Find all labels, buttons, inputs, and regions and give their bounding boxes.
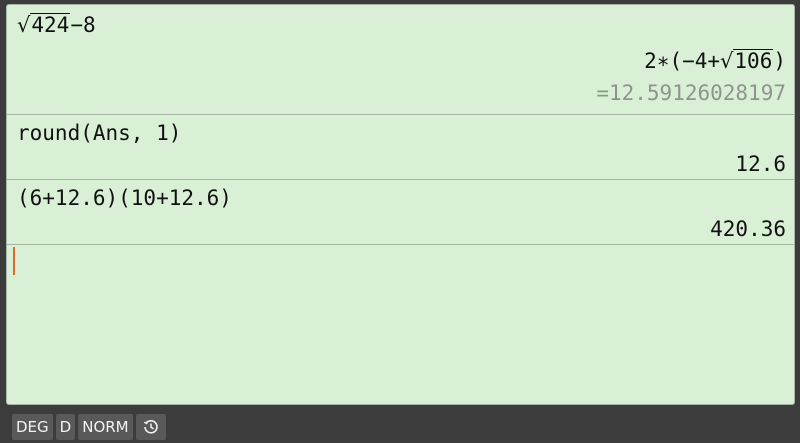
input-area[interactable]	[7, 245, 794, 404]
history-entry[interactable]: round(Ans, 1) 12.6	[7, 115, 794, 180]
entry-result[interactable]: 420.36	[7, 212, 794, 244]
square-root-expression: √424	[17, 5, 71, 45]
radicand: 424	[30, 13, 71, 37]
format-mode-button[interactable]: NORM	[78, 414, 133, 440]
history-entry[interactable]: (6+12.6)(10+12.6) 420.36	[7, 180, 794, 245]
history-icon	[143, 417, 159, 436]
entry-result[interactable]: 12.6	[7, 147, 794, 179]
radical-sign-icon: √	[17, 13, 31, 37]
square-root-expression: √106	[720, 43, 774, 79]
radical-sign-icon: √	[720, 49, 734, 73]
text-cursor	[13, 247, 15, 275]
radicand: 106	[733, 49, 774, 73]
entry-input[interactable]: round(Ans, 1)	[7, 115, 794, 147]
entry-input[interactable]: (6+12.6)(10+12.6)	[7, 180, 794, 212]
history-button[interactable]	[135, 414, 166, 440]
result-coefficient: 2∗(−4+	[644, 49, 721, 73]
angle-mode-button[interactable]: DEG	[12, 414, 53, 440]
input-suffix: −8	[70, 13, 96, 37]
result-close-paren: )	[773, 49, 786, 73]
status-bar: DEG D NORM	[12, 414, 166, 440]
entry-input[interactable]: √424 −8	[7, 5, 794, 43]
entry-decimal-approximation: =12.59126028197	[596, 81, 786, 105]
calculator-display[interactable]: √424 −8 2∗(−4+√106) =12.59126028197 roun…	[6, 4, 795, 405]
calculator-window: √424 −8 2∗(−4+√106) =12.59126028197 roun…	[0, 0, 800, 443]
entry-result[interactable]: 2∗(−4+√106)	[7, 43, 794, 79]
history-entry[interactable]: √424 −8 2∗(−4+√106) =12.59126028197	[7, 5, 794, 115]
display-mode-button[interactable]: D	[55, 414, 76, 440]
